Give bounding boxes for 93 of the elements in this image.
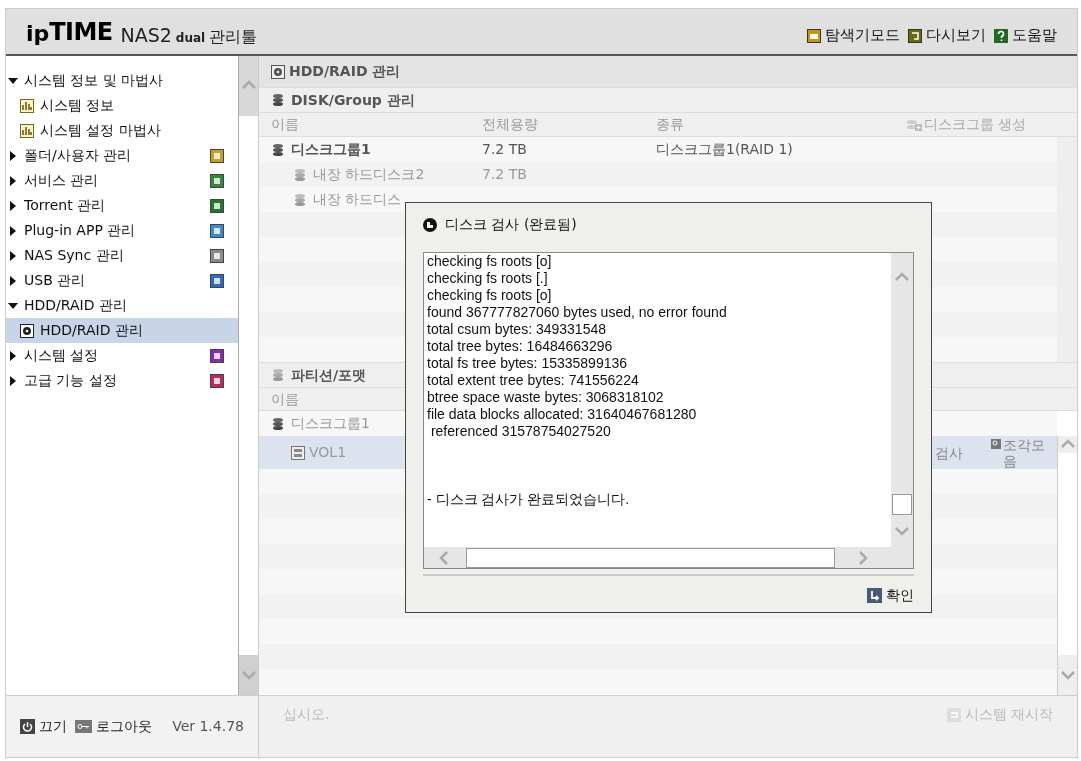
tree-item[interactable]: Torrent 관리 [6, 193, 238, 218]
tree-item[interactable]: 서비스 관리 [6, 168, 238, 193]
product-name: NAS2 [120, 23, 172, 48]
table-cell-text: 내장 하드디스 [313, 190, 402, 209]
log-line: btree space waste bytes: 3068318102 [427, 389, 665, 406]
app-logo: ipTIME [26, 16, 113, 48]
column-header: 이름 [271, 389, 299, 409]
log-line: checking fs roots [o] [427, 287, 553, 304]
table-cell-text: 7.2 TB [482, 165, 528, 184]
help-icon [994, 28, 1008, 43]
log-line: found 367777827060 bytes used, no error found [427, 304, 728, 321]
collapsed-arrow-icon[interactable] [8, 250, 18, 261]
section-title: HDD/RAID 관리 [259, 56, 1077, 87]
table-cell-text: 7.2 TB [482, 140, 528, 159]
collapsed-arrow-icon[interactable] [8, 375, 18, 386]
tree-item-label: HDD/RAID 관리 [24, 296, 128, 315]
column-header: 이름 [271, 115, 300, 134]
column-header: 전체용량 [482, 115, 539, 134]
log-line: total csum bytes: 349331548 [427, 321, 607, 338]
collapsed-arrow-icon[interactable] [8, 150, 18, 161]
volume-icon [291, 445, 305, 460]
table-cell-text: 디스크그룹1 [291, 414, 370, 433]
log-line: total extent tree bytes: 741556224 [427, 372, 640, 389]
tree-item-label: HDD/RAID 관리 [40, 321, 143, 340]
table-cell-text: 내장 하드디스크2 [313, 165, 425, 184]
header-link[interactable]: 다시보기 [908, 24, 986, 47]
table-cell-text: 디스크그룹1 [291, 140, 371, 159]
tree-item-label: 폴더/사용자 관리 [24, 146, 133, 165]
restart-icon [946, 707, 961, 722]
status-icon [423, 217, 437, 232]
collapsed-arrow-icon[interactable] [8, 225, 18, 236]
scrollbar[interactable] [238, 56, 258, 695]
tree-item[interactable]: 시스템 설정 [6, 343, 238, 368]
tree-item-label: NAS Sync 관리 [24, 246, 125, 265]
header-link[interactable]: 탐색기모드 [807, 24, 900, 47]
app-subtitle: 관리툴 [209, 25, 258, 48]
log-line: referenced 31578754027520 [429, 423, 612, 440]
collapsed-arrow-icon[interactable] [8, 200, 18, 211]
product-edition: dual [175, 29, 206, 47]
key-icon [75, 720, 92, 733]
tree-item[interactable]: USB 관리 [6, 268, 238, 293]
collapsed-arrow-icon[interactable] [8, 350, 18, 361]
enter-icon [867, 588, 882, 603]
header-link[interactable]: 도움말 [994, 24, 1057, 47]
scroll-thumb[interactable] [892, 494, 912, 515]
ok-button[interactable]: 확인 [867, 585, 914, 606]
scroll-thumb[interactable] [466, 547, 835, 568]
scrollbar[interactable] [891, 253, 913, 547]
log-line: checking fs roots [o] [427, 253, 553, 270]
power-button[interactable]: 끄기 [20, 716, 67, 737]
expanded-arrow-icon[interactable] [8, 300, 18, 311]
log-message: - 디스크 검사가 완료되었습니다. [427, 491, 631, 508]
tree-item[interactable]: 시스템 정보 [6, 93, 238, 118]
tree-item-label: 시스템 설정 [24, 346, 100, 365]
tree-item[interactable]: HDD/RAID 관리 [6, 318, 238, 343]
tree-item-label: 고급 기능 설정 [24, 371, 118, 390]
tree-item-label: 시스템 설정 마법사 [40, 121, 161, 140]
power-icon [20, 719, 35, 734]
chart-icon [20, 123, 34, 138]
expanded-arrow-icon[interactable] [8, 75, 18, 86]
log-line: file data blocks allocated: 31640467681280 [427, 406, 698, 423]
disk-icon [20, 323, 34, 338]
scrollbar[interactable] [1057, 436, 1077, 695]
table-cell-text: VOL1 [309, 443, 347, 462]
logout-button[interactable]: 로그아웃 [75, 716, 152, 737]
tree-item[interactable]: Plug-in APP 관리 [6, 218, 238, 243]
table-cell-text: 디스크그룹1(RAID 1) [656, 140, 793, 159]
version-label: Ver 1.4.78 [172, 717, 244, 736]
disk-icon [271, 64, 285, 79]
tree-item[interactable]: 고급 기능 설정 [6, 368, 238, 393]
collapsed-arrow-icon[interactable] [8, 175, 18, 186]
subsection-title: DISK/Group 관리 [259, 87, 1077, 112]
tree-item[interactable]: HDD/RAID 관리 [6, 293, 238, 318]
tree-item-label: USB 관리 [24, 271, 87, 290]
folder-icon [807, 28, 821, 43]
tree-item[interactable]: NAS Sync 관리 [6, 243, 238, 268]
refresh-icon [908, 28, 922, 43]
tree-item[interactable]: 폴더/사용자 관리 [6, 143, 238, 168]
tree-item[interactable]: 시스템 정보 및 마법사 [6, 68, 238, 93]
collapsed-arrow-icon[interactable] [8, 275, 18, 286]
tree-item[interactable]: 시스템 설정 마법사 [6, 118, 238, 143]
column-header: 종류 [656, 115, 685, 134]
scrollbar[interactable] [424, 547, 913, 568]
tree-item-label: 시스템 정보 및 마법사 [24, 71, 165, 90]
tree-item-label: 서비스 관리 [24, 171, 100, 190]
tree-item-label: Torrent 관리 [24, 196, 107, 215]
dialog-title: 디스크 검사 (완료됨) [423, 203, 914, 246]
add-disk-icon [906, 117, 922, 132]
chart-icon [20, 98, 34, 113]
log-line: total tree bytes: 16484663296 [427, 338, 614, 355]
tree-item-label: 시스템 정보 [40, 96, 115, 115]
tree-item-label: Plug-in APP 관리 [24, 221, 137, 240]
log-line: checking fs roots [.] [427, 270, 549, 287]
